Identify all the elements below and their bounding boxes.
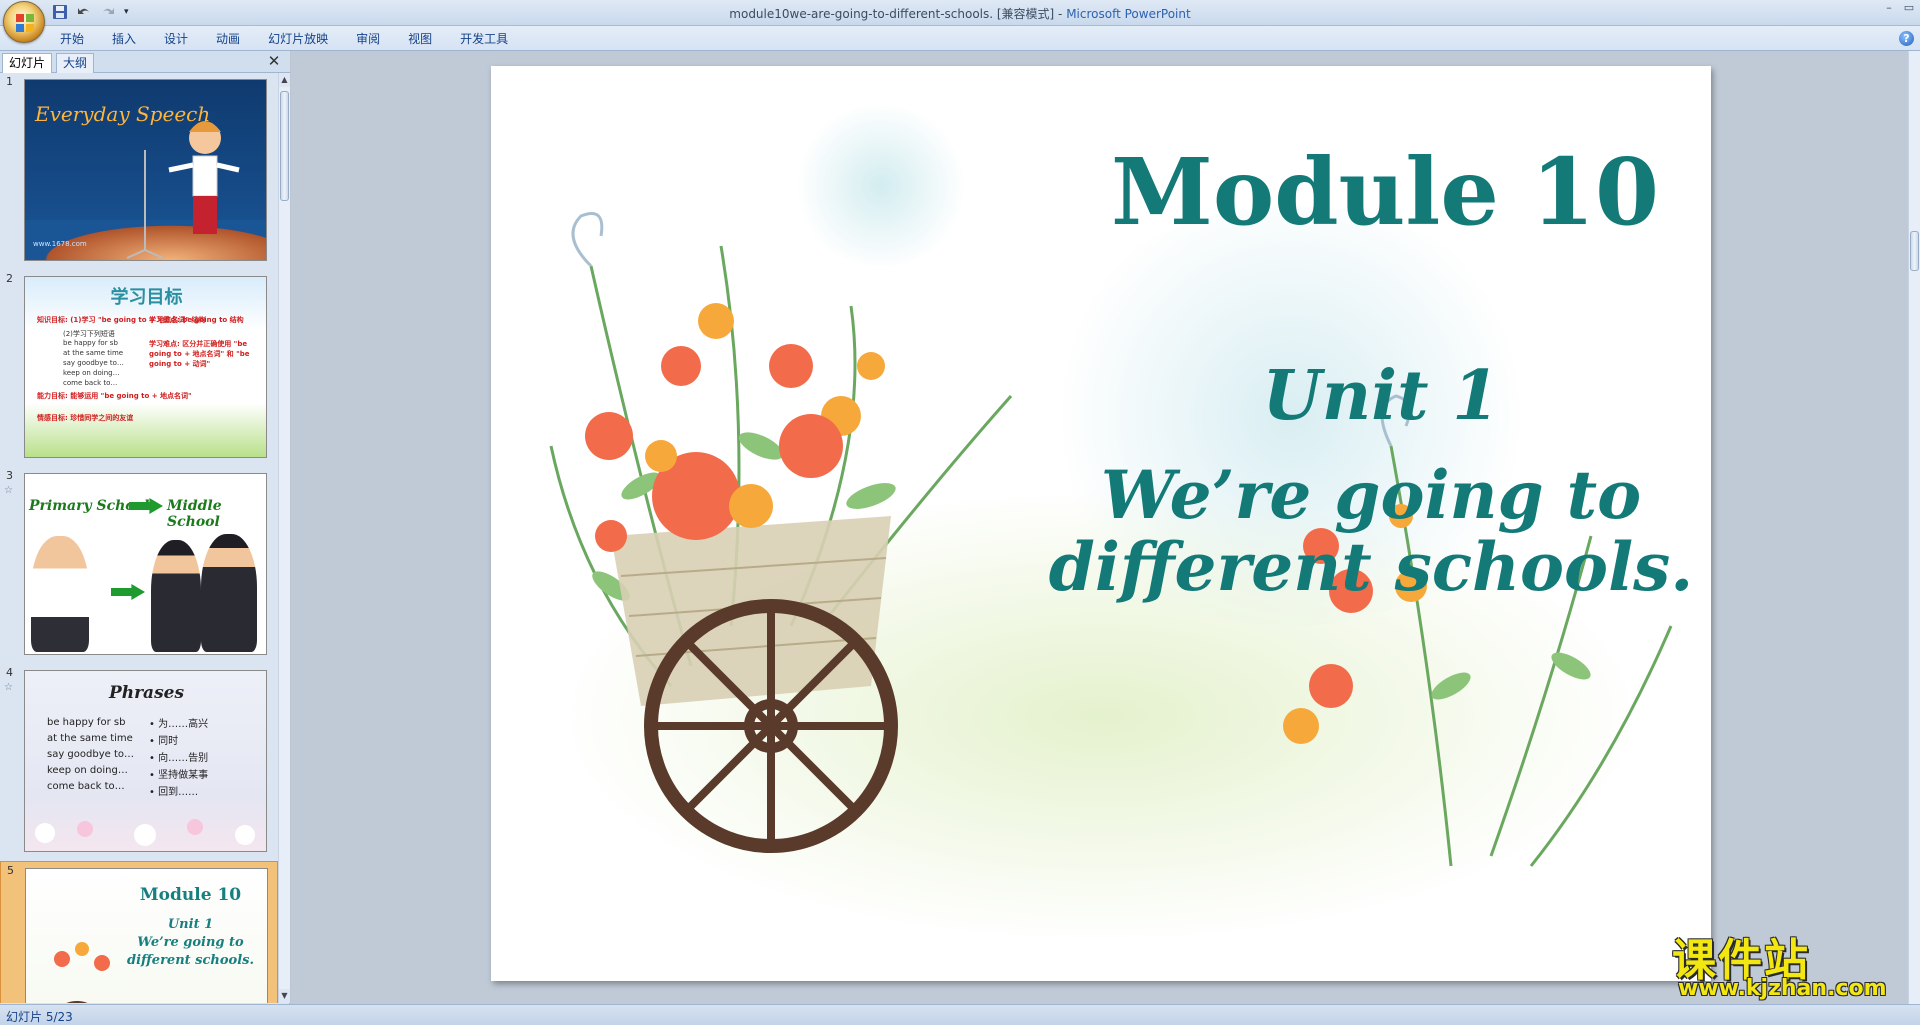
- slide-number: 4: [6, 666, 13, 679]
- window-controls: – ▭: [1882, 2, 1916, 14]
- objective-line: come back to…: [63, 379, 118, 387]
- phrase-cn: • 向……告别: [149, 753, 209, 764]
- speaker-cartoon-image: [168, 121, 240, 234]
- tab-view[interactable]: 视图: [394, 30, 446, 48]
- slide-1-preview: Everyday Speech www.1678.com: [24, 79, 267, 261]
- phrase-cn: • 同时: [149, 736, 179, 747]
- slide-subtitle-line-2[interactable]: different schools.: [491, 528, 1711, 606]
- tab-animations[interactable]: 动画: [202, 30, 254, 48]
- objective-line: at the same time: [63, 349, 124, 357]
- slide-4-title: Phrases: [108, 683, 185, 703]
- arrow-icon: [111, 584, 145, 600]
- tab-slides[interactable]: 幻灯片: [2, 53, 53, 73]
- minimize-icon[interactable]: –: [1882, 2, 1896, 14]
- tab-home[interactable]: 开始: [60, 30, 98, 48]
- slide-number: 2: [6, 272, 13, 285]
- animation-star-icon: ☆: [4, 485, 13, 496]
- phrase-cn: • 回到……: [149, 787, 199, 798]
- phrase-cn: • 为……高兴: [149, 719, 209, 730]
- slide-2-title: 学习目标: [110, 287, 183, 308]
- middle-student-girl-image: [151, 540, 201, 652]
- thumbnail-slide-4[interactable]: 4 ☆ Phrases be happy for sb at the same …: [0, 664, 278, 854]
- current-slide[interactable]: Module 10 Unit 1 We’re going to differen…: [491, 66, 1711, 981]
- slide-unit[interactable]: Unit 1: [491, 356, 1711, 436]
- focus-line: 学习重点: be going to 结构: [149, 316, 244, 324]
- window-title: module10we-are-going-to-different-school…: [0, 5, 1920, 22]
- ribbon-tabs: 开始 插入 设计 动画 幻灯片放映 审阅 视图 开发工具 ?: [0, 26, 1920, 51]
- slides-panel: 幻灯片 大纲 ✕ 1 Everyday Speech www.1678.com: [0, 51, 290, 1004]
- thumbnail-slide-1[interactable]: 1 Everyday Speech www.1678.com: [0, 73, 278, 263]
- slide-5-preview: Module 10 Unit 1 We’re going to differen…: [25, 868, 268, 1003]
- thumbnail-slide-3[interactable]: 3 ☆ Primary School Middle School: [0, 467, 278, 657]
- middle-school-label: Middle School: [167, 498, 222, 530]
- slide-5-title: Module 10: [139, 885, 242, 905]
- slide-number: 1: [6, 75, 13, 88]
- objective-line: keep on doing…: [63, 369, 120, 377]
- slide-number: 5: [7, 864, 14, 877]
- slide-3-preview: Primary School Middle School: [24, 473, 267, 655]
- difficulty-line: 学习难点: 区分并正确使用 "be going to + 地点名词" 和 "be…: [149, 340, 250, 368]
- slide-1-watermark: www.1678.com: [33, 240, 87, 248]
- tab-design[interactable]: 设计: [150, 30, 202, 48]
- microphone-stand-image: [126, 150, 164, 259]
- objective-line: say goodbye to…: [63, 359, 124, 367]
- thumbnail-slide-2[interactable]: 2 学习目标 知识目标: (1)学习 "be going to + 地点名词" …: [0, 270, 278, 460]
- editor-scrollbar[interactable]: [1908, 51, 1920, 1004]
- close-panel-icon[interactable]: ✕: [266, 53, 282, 69]
- tab-developer[interactable]: 开发工具: [446, 30, 522, 48]
- watermark-url: www.kjzhan.com: [1678, 976, 1887, 1001]
- document-title: module10we-are-going-to-different-school…: [729, 7, 1067, 21]
- flower-cart-mini-image: [54, 942, 110, 1003]
- slide-4-preview: Phrases be happy for sb at the same time…: [24, 670, 267, 852]
- restore-icon[interactable]: ▭: [1902, 2, 1916, 14]
- tab-insert[interactable]: 插入: [98, 30, 150, 48]
- slide-editor: Module 10 Unit 1 We’re going to differen…: [291, 51, 1908, 1004]
- office-button[interactable]: [3, 1, 45, 43]
- primary-student-image: [31, 536, 89, 652]
- scroll-down-icon[interactable]: ▼: [279, 989, 290, 1003]
- animation-star-icon: ☆: [4, 682, 13, 693]
- office-logo-icon: [16, 14, 34, 32]
- slide-title[interactable]: Module 10: [1111, 138, 1711, 246]
- tab-list: 开始 插入 设计 动画 幻灯片放映 审阅 视图 开发工具: [60, 30, 522, 48]
- slide-number: 3: [6, 469, 13, 482]
- app-name: Microsoft PowerPoint: [1066, 7, 1191, 21]
- status-bar: 幻灯片 5/23: [0, 1004, 1920, 1025]
- slide-2-preview: 学习目标 知识目标: (1)学习 "be going to + 地点名词" 结构…: [24, 276, 267, 458]
- phrase-en: be happy for sb: [47, 717, 126, 728]
- objective-line: 情感目标: 珍惜同学之间的友谊: [37, 414, 134, 422]
- thumbnail-list: 1 Everyday Speech www.1678.com 2 学习目标 知识…: [0, 73, 278, 1003]
- slide-counter: 幻灯片 5/23: [6, 1010, 73, 1024]
- scroll-thumb[interactable]: [280, 91, 289, 201]
- scroll-thumb[interactable]: [1910, 231, 1919, 271]
- help-icon[interactable]: ?: [1899, 31, 1914, 46]
- flower-border-image: [35, 819, 255, 846]
- slide-subtitle-line-1[interactable]: We’re going to: [491, 456, 1711, 534]
- phrase-en: say goodbye to…: [47, 749, 135, 760]
- site-watermark: 课件站 www.kjzhan.com: [1668, 924, 1908, 1004]
- title-bar: ▾ module10we-are-going-to-different-scho…: [0, 0, 1920, 26]
- tab-review[interactable]: 审阅: [342, 30, 394, 48]
- objective-line: 能力目标: 能够运用 "be going to + 地点名词": [37, 392, 192, 400]
- phrase-en: at the same time: [47, 733, 133, 744]
- tab-outline[interactable]: 大纲: [56, 53, 95, 73]
- objective-line: be happy for sb: [63, 339, 118, 347]
- objective-line: (2)学习下列短语: [63, 330, 115, 338]
- phrase-cn: • 坚持做某事: [149, 770, 209, 781]
- scroll-up-icon[interactable]: ▲: [279, 73, 290, 87]
- phrase-en: keep on doing…: [47, 765, 128, 776]
- thumbnail-slide-5[interactable]: 5 Module 10 Unit 1 We’re going to differ…: [0, 861, 278, 1003]
- panel-tabs: 幻灯片 大纲 ✕: [0, 51, 290, 73]
- tab-slideshow[interactable]: 幻灯片放映: [254, 30, 342, 48]
- phrase-en: come back to…: [47, 781, 125, 792]
- middle-student-boy-image: [201, 534, 257, 652]
- panel-scrollbar[interactable]: ▲ ▼: [278, 73, 290, 1003]
